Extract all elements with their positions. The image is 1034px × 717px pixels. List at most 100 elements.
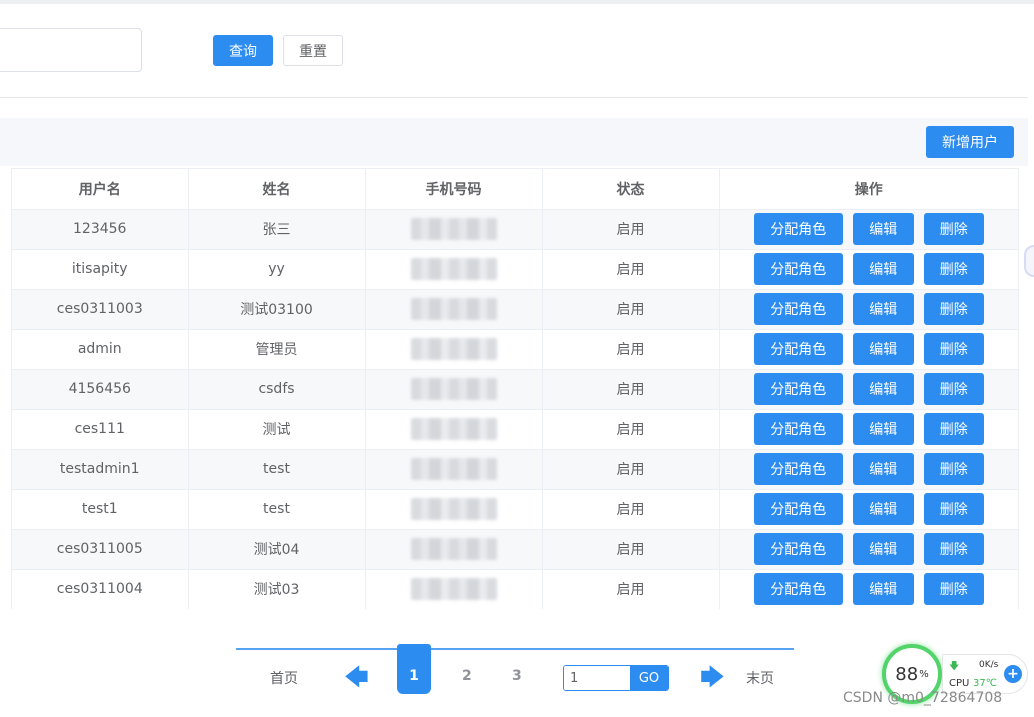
memory-percent: 88 [895,663,919,685]
assign-role-button[interactable]: 分配角色 [753,453,843,485]
table-row: ces0311005 测试04 启用 分配角色 编辑 删除 [12,529,1018,570]
page-3-button[interactable]: 3 [512,668,522,684]
search-input[interactable] [0,28,142,72]
delete-button[interactable]: 删除 [923,293,984,325]
table-row: ces0311003 测试03100 启用 分配角色 编辑 删除 [12,289,1018,330]
cell-name: 测试04 [188,529,366,570]
delete-button[interactable]: 删除 [923,533,984,565]
page-2-button[interactable]: 2 [462,668,472,684]
watermark: CSDN @m0_72864708 [843,690,1003,706]
cell-status: 启用 [542,249,720,290]
edit-button[interactable]: 编辑 [852,493,914,525]
cell-name: yy [188,249,366,290]
reset-button[interactable]: 重置 [283,35,343,66]
cell-phone [365,569,543,609]
cell-name: csdfs [188,369,366,410]
cell-status: 启用 [542,369,720,410]
table-row: 123456 张三 启用 分配角色 编辑 删除 [12,209,1018,250]
assign-role-button[interactable]: 分配角色 [753,293,843,325]
table-row: ces0311004 测试03 启用 分配角色 编辑 删除 [12,569,1018,609]
blurred-phone [410,498,497,520]
cell-name: test [188,449,366,490]
row-actions: 分配角色 编辑 删除 [720,573,1019,606]
assign-role-button[interactable]: 分配角色 [753,213,843,245]
page-1-button[interactable]: 1 [397,644,431,694]
blurred-phone [410,418,497,440]
go-button[interactable]: GO [630,666,668,690]
cell-actions: 分配角色 编辑 删除 [719,489,1018,530]
edit-button[interactable]: 编辑 [852,213,914,245]
table-row: 4156456 csdfs 启用 分配角色 编辑 删除 [12,369,1018,410]
edit-button[interactable]: 编辑 [852,413,914,445]
page-jump-input[interactable] [564,666,630,690]
cell-status: 启用 [542,209,720,250]
delete-button[interactable]: 删除 [923,573,984,606]
cell-username: admin [12,329,189,370]
blurred-phone [410,338,497,360]
divider [0,97,1028,98]
edit-button[interactable]: 编辑 [852,373,914,405]
assign-role-button[interactable]: 分配角色 [753,493,843,525]
edit-button[interactable]: 编辑 [852,253,914,285]
cell-name: 测试03100 [188,289,366,330]
cell-actions: 分配角色 编辑 删除 [719,569,1018,609]
assign-role-button[interactable]: 分配角色 [753,413,843,445]
edit-button[interactable]: 编辑 [852,333,914,365]
download-arrow-icon: 🡇 [949,661,960,672]
add-user-button[interactable]: 新增用户 [926,126,1014,158]
delete-button[interactable]: 删除 [923,213,984,245]
assign-role-button[interactable]: 分配角色 [753,253,843,285]
blurred-phone [410,218,497,240]
cell-status: 启用 [542,449,720,490]
network-speed: 0K/s [979,660,999,670]
blurred-phone [410,578,497,601]
cell-username: itisapity [12,249,189,290]
user-table: 用户名 姓名 手机号码 状态 操作 123456 张三 启用 分配角色 编辑 删除 itis… [11,168,1019,609]
percent-unit: % [919,668,929,680]
cell-actions: 分配角色 编辑 删除 [719,409,1018,450]
cpu-temperature: 37℃ [973,678,997,689]
first-page-link[interactable]: 首页 [270,668,298,688]
header-actions: 操作 [719,169,1018,210]
cell-name: 测试03 [188,569,366,609]
delete-button[interactable]: 删除 [923,333,984,365]
cell-actions: 分配角色 编辑 删除 [719,209,1018,250]
cell-username: 123456 [12,209,189,250]
delete-button[interactable]: 删除 [923,253,984,285]
last-page-link[interactable]: 末页 [746,668,774,688]
pagination-line [236,648,794,650]
assign-role-button[interactable]: 分配角色 [753,573,843,606]
cell-phone [365,529,543,570]
plus-icon[interactable]: + [1004,665,1022,683]
delete-button[interactable]: 删除 [923,373,984,405]
delete-button[interactable]: 删除 [923,413,984,445]
table-toolbar [0,118,1028,166]
cell-actions: 分配角色 编辑 删除 [719,449,1019,490]
delete-button[interactable]: 删除 [923,493,984,525]
assign-role-button[interactable]: 分配角色 [753,333,843,365]
edit-button[interactable]: 编辑 [852,293,914,325]
blurred-phone [410,538,497,560]
cell-name: test [188,489,366,530]
cell-username: ces0311004 [12,569,189,609]
header-status: 状态 [542,169,720,210]
blurred-phone [410,458,497,480]
next-page-arrow-icon[interactable]: 🡆 [700,665,725,689]
header-name: 姓名 [188,169,366,210]
assign-role-button[interactable]: 分配角色 [753,533,843,565]
edit-button[interactable]: 编辑 [852,573,914,606]
top-strip [0,0,1034,4]
cell-actions: 分配角色 编辑 删除 [719,329,1018,370]
cell-name: 张三 [188,209,366,250]
row-actions: 分配角色 编辑 删除 [720,453,1019,485]
table-row: ces111 测试 启用 分配角色 编辑 删除 [12,409,1018,450]
cell-name: 管理员 [188,329,366,370]
assign-role-button[interactable]: 分配角色 [753,373,843,405]
edit-button[interactable]: 编辑 [852,453,914,485]
edit-button[interactable]: 编辑 [852,533,914,565]
table-row: test1 test 启用 分配角色 编辑 删除 [12,489,1018,530]
query-button[interactable]: 查询 [213,35,273,66]
side-float-button[interactable] [1024,245,1034,277]
delete-button[interactable]: 删除 [923,453,984,485]
prev-page-arrow-icon[interactable]: 🡄 [344,665,369,689]
